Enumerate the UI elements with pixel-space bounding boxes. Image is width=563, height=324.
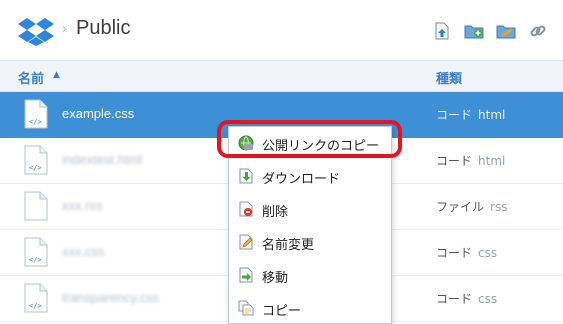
link-icon bbox=[530, 25, 546, 37]
dropbox-logo-icon[interactable] bbox=[18, 16, 54, 46]
new-folder-button[interactable] bbox=[463, 20, 485, 42]
sort-ascending-icon[interactable]: ▲ bbox=[53, 70, 60, 80]
menu-item-move[interactable]: 移動 bbox=[229, 259, 391, 292]
page-title: Public bbox=[76, 17, 131, 39]
svg-text:</>: </> bbox=[29, 256, 42, 264]
menu-item-label: コピー bbox=[262, 304, 302, 319]
file-kind: ファイル rss bbox=[436, 200, 508, 214]
breadcrumb-separator: › bbox=[62, 22, 68, 37]
file-kind: コード css bbox=[436, 292, 498, 306]
menu-item-label: 移動 bbox=[262, 271, 289, 286]
generic-file-icon bbox=[24, 191, 48, 221]
upload-icon bbox=[435, 22, 449, 40]
file-name[interactable]: transparency.css bbox=[62, 290, 159, 305]
rename-icon bbox=[239, 234, 253, 250]
upload-button[interactable] bbox=[431, 20, 453, 42]
svg-text:</>: </> bbox=[29, 118, 42, 126]
get-link-button[interactable] bbox=[527, 20, 549, 42]
column-name-header[interactable]: 名前 bbox=[18, 68, 44, 87]
download-icon bbox=[239, 168, 253, 184]
file-name[interactable]: example.css bbox=[62, 106, 134, 121]
menu-item-label: ダウンロード bbox=[262, 172, 341, 187]
menu-item-rename[interactable]: 名前変更 bbox=[229, 226, 391, 259]
file-kind: コード css bbox=[436, 246, 498, 260]
code-file-icon: </> bbox=[24, 99, 48, 129]
new-folder-icon bbox=[464, 25, 484, 39]
code-file-icon: </> bbox=[24, 145, 48, 175]
header-bar: › Public bbox=[0, 0, 563, 60]
file-kind: コード html bbox=[436, 108, 506, 122]
menu-item-label: 名前変更 bbox=[262, 238, 315, 253]
svg-text:</>: </> bbox=[29, 164, 42, 172]
file-name[interactable]: xxx.rss bbox=[62, 198, 102, 213]
file-name[interactable]: indextest.html bbox=[62, 152, 142, 167]
shared-folder-icon bbox=[496, 25, 516, 39]
code-file-icon: </> bbox=[24, 237, 48, 267]
menu-item-copy[interactable]: コピー bbox=[229, 292, 391, 324]
delete-icon bbox=[239, 201, 253, 217]
svg-text:</>: </> bbox=[29, 302, 42, 310]
menu-item-label: 削除 bbox=[262, 205, 289, 220]
menu-item-delete[interactable]: 削除 bbox=[229, 193, 391, 226]
menu-item-download[interactable]: ダウンロード bbox=[229, 160, 391, 193]
shared-folder-button[interactable] bbox=[495, 20, 517, 42]
file-name[interactable]: xxx.css bbox=[62, 244, 105, 259]
file-kind: コード html bbox=[436, 154, 506, 168]
toolbar bbox=[431, 20, 549, 42]
annotation-highlight bbox=[217, 120, 402, 158]
copy-icon bbox=[238, 300, 254, 316]
column-header-row: 名前 ▲ 種類 bbox=[0, 60, 563, 92]
code-file-icon: </> bbox=[24, 283, 48, 313]
move-icon bbox=[239, 267, 253, 283]
column-kind-header[interactable]: 種類 bbox=[436, 68, 462, 87]
